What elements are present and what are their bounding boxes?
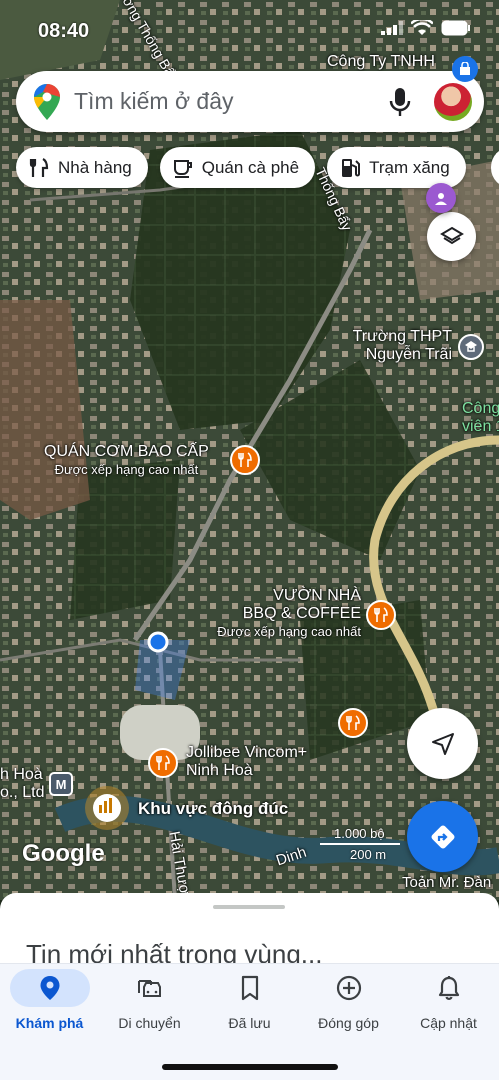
poi-subtitle: Được xếp hạng cao nhất [217,624,361,639]
tab-explore[interactable]: Khám phá [0,969,99,1041]
chip-label: Trạm xăng [369,157,450,177]
crowded-area-label[interactable]: Khu vực đông đúc [138,800,288,818]
gas-station-icon [342,158,361,177]
layers-icon [439,226,464,244]
status-icons [381,20,471,36]
google-maps-logo-icon [34,83,60,120]
search-input[interactable]: Tìm kiếm ở đây [74,88,388,115]
poi-subtitle: Được xếp hạng cao nhất [54,462,199,477]
poi-name: Jollibee Vincom+ [186,744,308,761]
poi-name: BBQ & COFFEE [242,605,361,622]
add-circle-icon [336,975,361,1001]
navigation-arrow-icon [431,732,454,755]
place-label-line: h Hoà [0,766,43,783]
restaurant-icon [29,157,49,177]
restaurant-pin-icon[interactable] [338,708,368,738]
company-label[interactable]: Công Ty TNHH [327,53,435,71]
school-label-line: Trường THPT [352,328,452,345]
chip-label: Nhà hàng [58,157,132,177]
avatar[interactable] [434,82,472,121]
tab-label: Di chuyển [118,1015,181,1031]
battery-icon [441,20,470,36]
directions-button[interactable] [407,801,478,872]
park-label-line: viên 16 [462,418,499,435]
metro-icon[interactable]: M [49,772,73,796]
poi-vuon-nha-label[interactable]: VƯỜN NHÀ BBQ & COFFEE Được xếp hạng cao … [206,587,361,641]
car-icon [137,980,161,997]
directions-icon [431,825,454,848]
park-label-line: Công [462,400,499,417]
tab-contribute[interactable]: Đóng góp [299,969,398,1041]
chip-label: Quán cà phê [201,157,300,177]
tab-label: Đã lưu [228,1015,271,1031]
bottom-navigation: Khám phá Di chuyển Đã lưu Đóng góp Cập n… [0,963,499,1080]
tab-saved[interactable]: Đã lưu [200,969,299,1041]
restaurant-pin-icon[interactable] [366,600,396,630]
place-label[interactable]: h Hoà o., Ltd [0,766,44,802]
tab-label: Cập nhật [420,1015,477,1031]
signal-icon [381,21,403,35]
school-label-line: Nguyễn Trãi [365,346,452,363]
scale-label-m: 200 m [350,847,387,862]
poi-quan-com-label[interactable]: QUÁN CƠM BAO CẤP Được xếp hạng cao nhất [44,443,209,479]
place-label-line: o., Ltd [0,784,45,801]
tab-label: Khám phá [15,1015,84,1031]
scale-bar [320,843,400,845]
search-bar[interactable]: Tìm kiếm ở đây [16,71,484,132]
shopping-marker-icon[interactable] [452,56,478,82]
chip-restaurants[interactable]: Nhà hàng [16,147,148,188]
chip-coffee[interactable]: Quán cà phê [159,147,316,188]
tab-label: Đóng góp [318,1015,379,1031]
profile-marker-icon[interactable] [426,183,456,213]
bell-icon [438,976,459,1000]
chip-gas-station[interactable]: Trạm xăng [327,147,466,188]
map-scale: 1.000 bộ 200 m [320,826,400,862]
coffee-icon [173,159,192,178]
tab-updates[interactable]: Cập nhật [399,969,498,1041]
my-location-button[interactable] [407,708,478,779]
poi-name: Ninh Hoà [186,762,253,779]
sheet-drag-handle[interactable] [213,905,285,909]
my-location-dot [147,631,169,653]
school-icon[interactable] [458,334,484,360]
explore-pin-icon [40,976,59,1000]
home-indicator [162,1064,338,1070]
scale-label-ft: 1.000 bộ [334,826,385,841]
layers-button[interactable] [427,212,476,261]
status-time: 08:40 [38,20,90,42]
tab-commute[interactable]: Di chuyển [100,969,199,1041]
restaurant-pin-icon[interactable] [148,748,178,778]
poi-name: VƯỜN NHÀ [273,587,361,604]
school-label[interactable]: Trường THPT Nguyễn Trãi [340,328,452,364]
microphone-icon[interactable] [388,87,412,117]
category-chips: Nhà hàng Quán cà phê Trạm xăng [16,147,466,188]
restaurant-pin-icon[interactable] [230,445,260,475]
bookmark-icon [241,975,258,1001]
poi-name: QUÁN CƠM BAO CẤP [44,443,209,460]
poi-jollibee-label[interactable]: Jollibee Vincom+ Ninh Hoà [186,744,307,780]
google-watermark: Google [22,840,105,867]
place-label[interactable]: Toản Mr. Đàn [402,874,491,892]
park-label[interactable]: Công viên 16 [462,400,499,436]
wifi-icon [411,20,433,35]
